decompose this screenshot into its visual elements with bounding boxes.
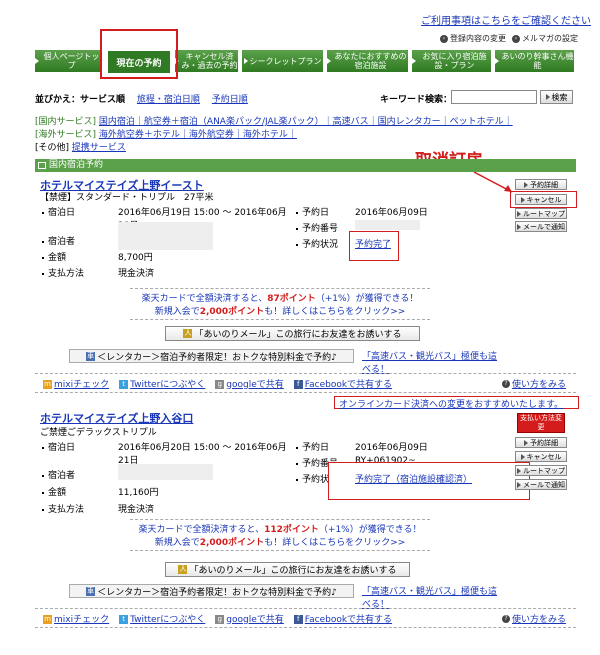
arrow-icon: › bbox=[512, 34, 520, 43]
tab-cancelled[interactable]: キャンセル済み・過去の予約 bbox=[175, 50, 239, 72]
card-promo-1[interactable]: 楽天カードで全額決済すると、87ポイント（+1%）が獲得できる！ 新規入会で2,… bbox=[130, 288, 430, 320]
keyword-input[interactable] bbox=[451, 90, 537, 104]
tab-current-reservation[interactable]: 現在の予約 bbox=[100, 29, 178, 79]
twitter-icon: t bbox=[119, 614, 129, 624]
car-icon: 車 bbox=[86, 586, 96, 596]
social-bar-1: m mixiチェック t Twitterにつぶやく g googleで共有 f Face… bbox=[35, 373, 576, 393]
people-icon: 人 bbox=[178, 565, 188, 574]
sort-service: サービス順 bbox=[80, 95, 126, 105]
route-map-button-2[interactable]: ルートマップ bbox=[515, 465, 567, 476]
rental-car-button-2[interactable]: 車＜レンタカー＞宿泊予約者限定！おトクな特別料金で予約♪ bbox=[69, 584, 354, 598]
arrow-icon bbox=[545, 94, 550, 100]
route-map-button-1[interactable]: ルートマップ bbox=[515, 208, 567, 219]
sort-itinerary[interactable]: 旅程・宿泊日順 bbox=[137, 95, 200, 105]
mixi-icon: m bbox=[43, 379, 52, 389]
mailmag-link[interactable]: › メルマガの設定 bbox=[512, 33, 578, 44]
detail-button-1[interactable]: 予約詳細 bbox=[515, 179, 567, 190]
social-bar-2: m mixiチェック t Twitterにつぶやく g googleで共有 f Face… bbox=[35, 608, 576, 628]
checkin-date-1: 2016年06月19日 15:00 ～ 2016年06月 bbox=[118, 208, 287, 218]
tab-secret-plan[interactable]: シークレットプラン bbox=[242, 50, 324, 72]
help-icon: ? bbox=[501, 615, 510, 623]
tab-ainori[interactable]: あいのり幹事さん機能 bbox=[495, 50, 575, 72]
google-icon: g bbox=[215, 614, 225, 624]
people-icon: 人 bbox=[183, 329, 193, 338]
card-promo-2[interactable]: 楽天カードで全額決済すると、112ポイント（+1%）が獲得できる！ 新規入会で2… bbox=[130, 519, 430, 551]
keyword-label: キーワード検索： bbox=[380, 95, 453, 105]
registration-change-link[interactable]: › 登録内容の変更 bbox=[440, 33, 506, 44]
google-icon: g bbox=[215, 379, 225, 389]
room-type-2: ご禁煙ごデラックストリプル bbox=[40, 428, 157, 438]
sort-resdate[interactable]: 予約日順 bbox=[212, 95, 248, 105]
change-payment-button[interactable]: 支払い方法変更 bbox=[517, 413, 565, 433]
ainori-button-2[interactable]: 人「あいのりメール」この旅行にお友達をお誘いする bbox=[165, 562, 410, 577]
car-icon: 車 bbox=[86, 351, 96, 361]
twitter-icon: t bbox=[119, 379, 129, 389]
tab-favorites[interactable]: お気に入り宿泊施設・プラン bbox=[412, 50, 492, 72]
section-header: 国内宿泊予約 bbox=[35, 159, 576, 172]
other-services: [その他] 提携サービス bbox=[35, 143, 126, 153]
help-icon: ? bbox=[501, 380, 510, 388]
arrow-icon: › bbox=[440, 34, 448, 43]
facebook-icon: f bbox=[293, 614, 303, 624]
mail-notify-button-2[interactable]: メールで通知 bbox=[515, 479, 567, 490]
ainori-button-1[interactable]: 人「あいのりメール」この旅行にお友達をお誘いする bbox=[165, 326, 420, 341]
tab-recommend[interactable]: あなたにおすすめの宿泊施設 bbox=[327, 50, 409, 72]
search-button[interactable]: 検索 bbox=[540, 90, 573, 104]
online-payment-link[interactable]: オンラインカード決済への変更をおすすめいたします。 bbox=[334, 396, 579, 410]
rental-car-button-1[interactable]: 車＜レンタカー＞宿泊予約者限定！おトクな特別料金で予約♪ bbox=[69, 349, 354, 363]
status-1[interactable]: 予約完了 bbox=[355, 237, 391, 250]
hotel-icon bbox=[38, 162, 46, 169]
hotel-name-2[interactable]: ホテルマイステイズ上野入谷口 bbox=[40, 410, 193, 426]
cancel-button-2[interactable]: キャンセル bbox=[515, 451, 567, 462]
facebook-icon: f bbox=[293, 379, 303, 389]
tab-mypage[interactable]: 個人ページトップ bbox=[35, 50, 103, 72]
room-type-1: 【禁煙】スタンダード・トリプル 27平米 bbox=[40, 193, 214, 203]
guest-name-mask bbox=[118, 222, 213, 250]
domestic-services: [国内サービス] 国内宿泊｜航空券＋宿泊（ANA楽パック/JAL楽パック）｜高速… bbox=[35, 117, 513, 127]
detail-button-2[interactable]: 予約詳細 bbox=[515, 437, 567, 448]
international-services: [海外サービス] 海外航空券＋ホテル｜海外航空券｜海外ホテル｜ bbox=[35, 130, 297, 140]
mixi-icon: m bbox=[43, 614, 52, 624]
cancel-button-1[interactable]: キャンセル bbox=[515, 194, 567, 205]
mail-notify-button-1[interactable]: メールで通知 bbox=[515, 221, 567, 232]
status-2[interactable]: 予約完了（宿泊施設確認済） bbox=[355, 472, 472, 485]
sort-bar: 並びかえ：サービス順 旅程・宿泊日順 予約日順 bbox=[35, 95, 248, 105]
terms-link[interactable]: ご利用事項はこちらをご確認ください bbox=[421, 12, 591, 27]
